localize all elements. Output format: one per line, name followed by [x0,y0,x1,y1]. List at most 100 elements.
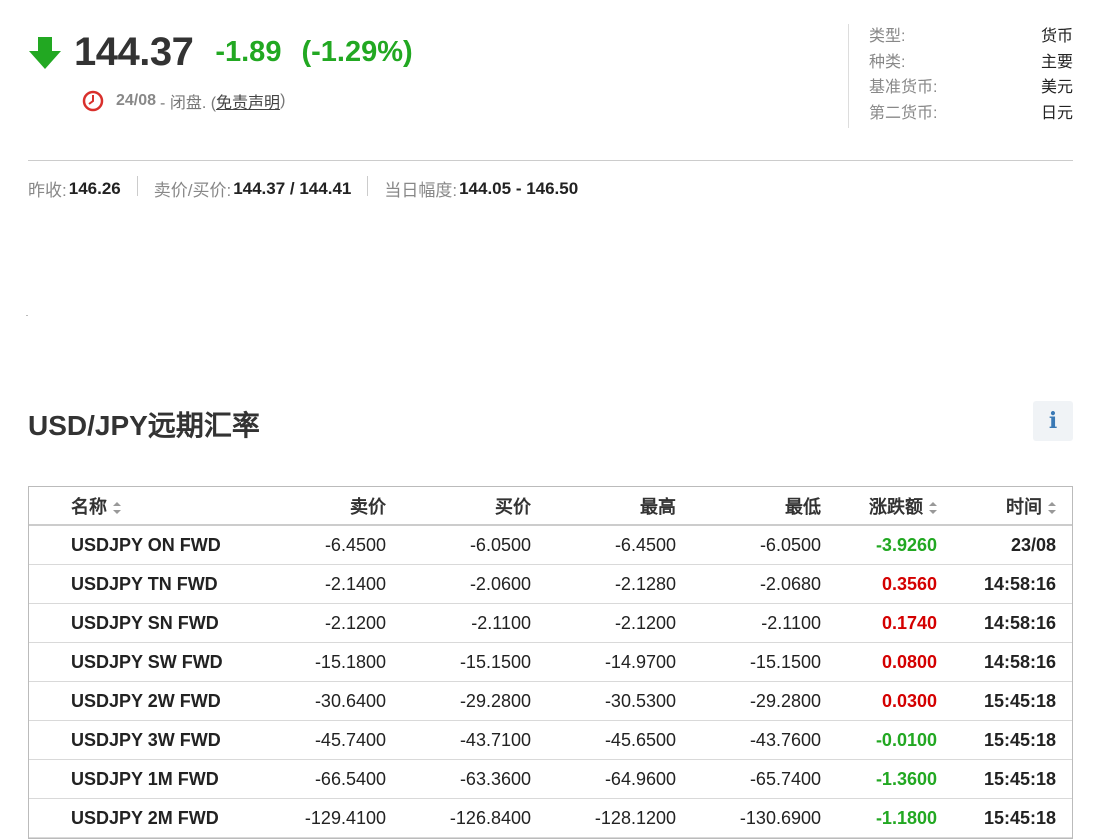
cell-time: 23/08 [937,525,1072,565]
cell-ask: -2.1100 [386,603,531,643]
info-row-base-currency: 基准货币: 美元 [869,75,1073,101]
cell-name[interactable]: USDJPY 1M FWD [29,759,241,799]
cell-ask: -63.3600 [386,759,531,799]
cell-low: -2.1100 [676,603,821,643]
day-range-label: 当日幅度: [384,181,458,200]
col-header-bid: 卖价 [241,487,386,526]
prev-close-label: 昨收: [28,181,67,200]
cell-name[interactable]: USDJPY 2M FWD [29,798,241,838]
cell-high: -64.9600 [531,759,676,799]
cell-change: 0.0800 [821,642,937,682]
cell-bid: -2.1200 [241,603,386,643]
info-label: 基准货币: [869,79,938,96]
day-range-value: 144.05 - 146.50 [459,178,579,198]
cell-bid: -30.6400 [241,681,386,721]
col-header-label: 时间 [1006,496,1042,517]
stray-dot [26,315,28,316]
cell-bid: -129.4100 [241,798,386,838]
cell-change: -1.3600 [821,759,937,799]
divider [28,160,1073,161]
cell-high: -128.1200 [531,798,676,838]
quote-header: 144.37 -1.89 (-1.29%) 24/08 - 闭盘. ( 免责声明… [28,30,413,113]
table-row: USDJPY 3W FWD -45.7400 -43.7100 -45.6500… [29,720,1072,760]
cell-ask: -15.1500 [386,642,531,682]
table-row: USDJPY 2M FWD -129.4100 -126.8400 -128.1… [29,798,1072,838]
cell-ask: -29.2800 [386,681,531,721]
section-title: USD/JPY远期汇率 [28,410,260,441]
table-row: USDJPY ON FWD -6.4500 -6.0500 -6.4500 -6… [29,525,1072,565]
cell-change: -3.9260 [821,525,937,565]
col-header-high: 最高 [531,487,676,526]
cell-low: -29.2800 [676,681,821,721]
disclaimer-link[interactable]: 免责声明 [216,89,280,113]
info-icon[interactable]: i [1033,401,1073,441]
bid-ask-value: 144.37 / 144.41 [233,178,352,198]
info-value: 美元 [1040,79,1073,96]
table-row: USDJPY SN FWD -2.1200 -2.1100 -2.1200 -2… [29,603,1072,643]
bid-ask-stat: 卖价/买价: 144.37 / 144.41 [154,176,352,201]
prev-close-stat: 昨收: 146.26 [28,176,121,201]
prev-close-value: 146.26 [68,178,121,198]
sort-icon[interactable] [929,501,937,514]
info-label: 种类: [869,53,906,71]
col-header-change[interactable]: 涨跌额 [821,487,937,526]
cell-ask: -6.0500 [386,525,531,565]
cell-name[interactable]: USDJPY SW FWD [29,642,241,682]
cell-bid: -45.7400 [241,720,386,760]
cell-high: -2.1280 [531,564,676,604]
cell-change: 0.0300 [821,681,937,721]
cell-high: -45.6500 [531,720,676,760]
info-label: 第二货币: [869,104,938,122]
sort-icon[interactable] [113,501,121,514]
cell-high: -14.9700 [531,642,676,682]
arrow-down-icon [29,36,61,69]
cell-time: 14:58:16 [937,642,1072,682]
price-change-percent: (-1.29%) [301,36,413,68]
cell-name[interactable]: USDJPY 3W FWD [29,720,241,760]
market-status: 24/08 - 闭盘. ( 免责声明 ) [82,89,413,113]
col-header-name[interactable]: 名称 [29,487,241,526]
forward-rates-table: 名称 卖价 买价 最高 最低 涨跌额 时间 USDJPY ON FWD -6.4… [28,486,1073,839]
cell-low: -43.7600 [676,720,821,760]
cell-time: 15:45:18 [937,759,1072,799]
cell-ask: -2.0600 [386,564,531,604]
info-value: 主要 [1040,53,1073,71]
table-row: USDJPY 1M FWD -66.5400 -63.3600 -64.9600… [29,759,1072,799]
cell-low: -15.1500 [676,642,821,682]
cell-high: -6.4500 [531,525,676,565]
col-header-time[interactable]: 时间 [937,487,1072,526]
sort-icon[interactable] [1048,501,1056,514]
instrument-info: 类型: 货币 种类: 主要 基准货币: 美元 第二货币: 日元 [848,24,1073,128]
cell-low: -65.7400 [676,759,821,799]
cell-name[interactable]: USDJPY ON FWD [29,525,241,565]
cell-time: 15:45:18 [937,681,1072,721]
cell-bid: -6.4500 [241,525,386,565]
cell-high: -2.1200 [531,603,676,643]
info-row-type: 类型: 货币 [869,24,1073,50]
day-range-stat: 当日幅度: 144.05 - 146.50 [384,176,578,201]
table-header-row: 名称 卖价 买价 最高 最低 涨跌额 时间 [29,487,1072,526]
col-header-low: 最低 [676,487,821,526]
col-header-label: 名称 [71,496,107,517]
price-change: -1.89 [215,36,282,68]
cell-ask: -126.8400 [386,798,531,838]
cell-bid: -15.1800 [241,642,386,682]
info-value: 货币 [1040,28,1073,45]
last-price: 144.37 [74,30,194,74]
cell-name[interactable]: USDJPY SN FWD [29,603,241,643]
stats-row: 昨收: 146.26 卖价/买价: 144.37 / 144.41 当日幅度: … [28,176,578,201]
clock-icon [82,90,104,112]
cell-bid: -2.1400 [241,564,386,604]
status-close: ) [280,92,286,109]
info-row-second-currency: 第二货币: 日元 [869,101,1073,127]
cell-time: 15:45:18 [937,798,1072,838]
info-row-category: 种类: 主要 [869,50,1073,76]
cell-name[interactable]: USDJPY TN FWD [29,564,241,604]
stat-separator [136,176,138,196]
quote-date: 24/08 [116,92,157,109]
cell-ask: -43.7100 [386,720,531,760]
cell-high: -30.5300 [531,681,676,721]
info-label: 类型: [869,28,906,45]
cell-name[interactable]: USDJPY 2W FWD [29,681,241,721]
cell-time: 14:58:16 [937,603,1072,643]
